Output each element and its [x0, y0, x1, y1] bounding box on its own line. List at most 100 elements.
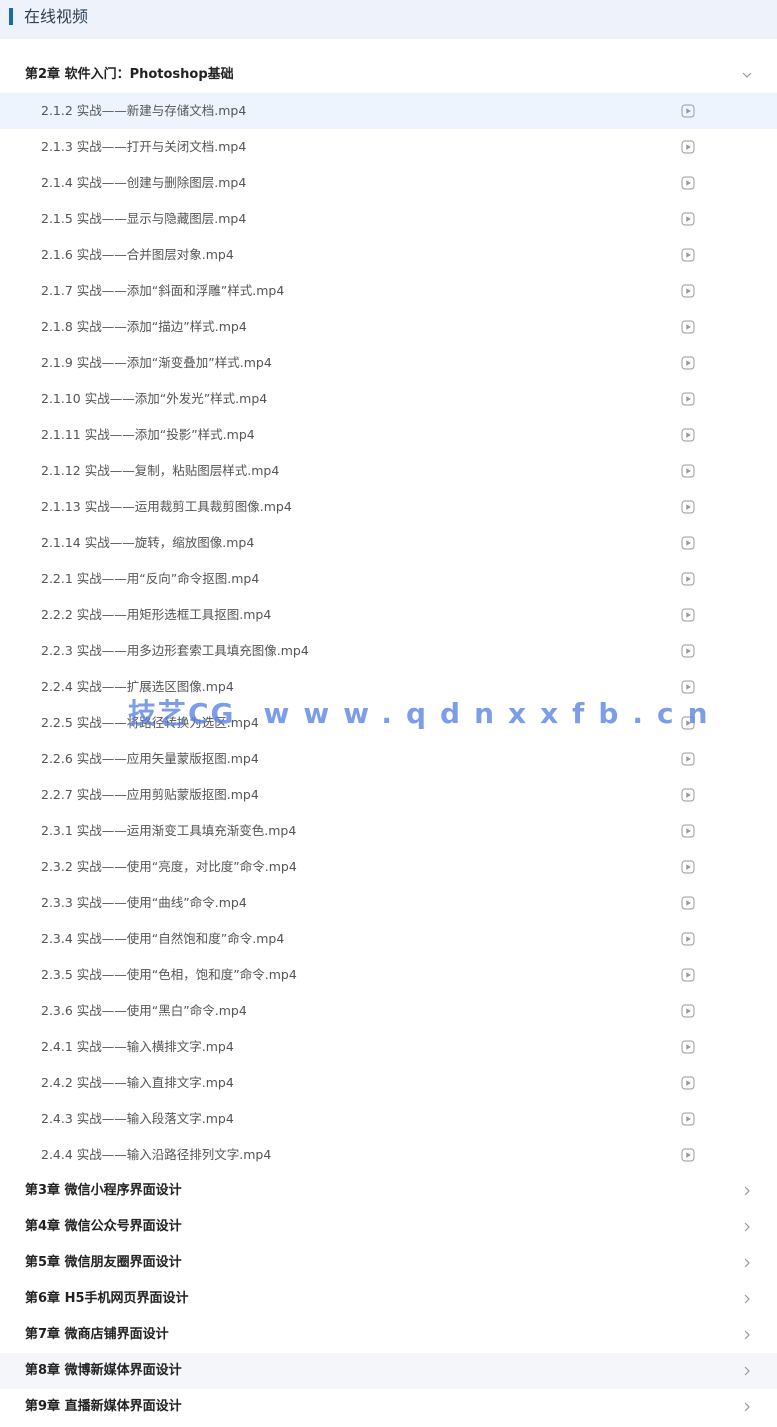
lesson-item[interactable]: 2.3.1 实战——运用渐变工具填充渐变色.mp4 — [0, 813, 777, 849]
chapter-item[interactable]: 第4章 微信公众号界面设计 — [0, 1209, 777, 1245]
lesson-item[interactable]: 2.1.11 实战——添加“投影”样式.mp4 — [0, 417, 777, 453]
lesson-title: 2.4.1 实战——输入横排文字.mp4 — [41, 1039, 234, 1054]
play-circle-icon[interactable] — [681, 392, 695, 406]
chapter-item[interactable]: 第7章 微商店铺界面设计 — [0, 1317, 777, 1353]
lesson-item[interactable]: 2.2.6 实战——应用矢量蒙版抠图.mp4 — [0, 741, 777, 777]
lesson-item[interactable]: 2.4.4 实战——输入沿路径排列文字.mp4 — [0, 1137, 777, 1173]
lesson-title: 2.2.2 实战——用矩形选框工具抠图.mp4 — [41, 607, 272, 622]
lesson-item[interactable]: 2.2.4 实战——扩展选区图像.mp4 — [0, 669, 777, 705]
lesson-title: 2.1.12 实战——复制，粘贴图层样式.mp4 — [41, 463, 280, 478]
play-circle-icon[interactable] — [681, 896, 695, 910]
play-circle-icon[interactable] — [681, 572, 695, 586]
lesson-item[interactable]: 2.3.4 实战——使用“自然饱和度”命令.mp4 — [0, 921, 777, 957]
lesson-item[interactable]: 2.1.3 实战——打开与关闭文档.mp4 — [0, 129, 777, 165]
lesson-title: 2.2.4 实战——扩展选区图像.mp4 — [41, 679, 234, 694]
lesson-title: 2.1.11 实战——添加“投影”样式.mp4 — [41, 427, 255, 442]
chapter-title: 第6章 H5手机网页界面设计 — [25, 1291, 189, 1306]
play-circle-icon[interactable] — [681, 1040, 695, 1054]
lesson-item[interactable]: 2.1.5 实战——显示与隐藏图层.mp4 — [0, 201, 777, 237]
lesson-title: 2.4.4 实战——输入沿路径排列文字.mp4 — [41, 1147, 272, 1162]
lesson-title: 2.4.2 实战——输入直排文字.mp4 — [41, 1075, 234, 1090]
lesson-item[interactable]: 2.4.3 实战——输入段落文字.mp4 — [0, 1101, 777, 1137]
section-title: 在线视频 — [24, 7, 89, 26]
play-circle-icon[interactable] — [681, 680, 695, 694]
play-circle-icon[interactable] — [681, 140, 695, 154]
lesson-item[interactable]: 2.3.6 实战——使用“黑白”命令.mp4 — [0, 993, 777, 1029]
lesson-item[interactable]: 2.3.3 实战——使用“曲线”命令.mp4 — [0, 885, 777, 921]
lesson-item[interactable]: 2.4.1 实战——输入横排文字.mp4 — [0, 1029, 777, 1065]
chevron-right-icon — [741, 1221, 753, 1233]
lesson-title: 2.1.7 实战——添加“斜面和浮雕”样式.mp4 — [41, 283, 285, 298]
lesson-item[interactable]: 2.1.8 实战——添加“描边”样式.mp4 — [0, 309, 777, 345]
chapter-item[interactable]: 第6章 H5手机网页界面设计 — [0, 1281, 777, 1317]
play-circle-icon[interactable] — [681, 1148, 695, 1162]
play-circle-icon[interactable] — [681, 1076, 695, 1090]
lesson-item[interactable]: 2.2.5 实战——将路径转换为选区.mp4 — [0, 705, 777, 741]
play-circle-icon[interactable] — [681, 536, 695, 550]
lesson-title: 2.1.4 实战——创建与删除图层.mp4 — [41, 175, 247, 190]
lesson-title: 2.2.1 实战——用“反向”命令抠图.mp4 — [41, 571, 260, 586]
lesson-title: 2.2.5 实战——将路径转换为选区.mp4 — [41, 715, 259, 730]
lesson-item[interactable]: 2.3.2 实战——使用“亮度，对比度”命令.mp4 — [0, 849, 777, 885]
lesson-item[interactable]: 2.1.2 实战——新建与存储文档.mp4 — [0, 93, 777, 129]
play-circle-icon[interactable] — [681, 284, 695, 298]
chapter-item[interactable]: 第8章 微博新媒体界面设计 — [0, 1353, 777, 1389]
chapter-2-expanded[interactable]: 第2章 软件入门：Photoshop基础 — [0, 57, 777, 93]
play-circle-icon[interactable] — [681, 320, 695, 334]
lesson-item[interactable]: 2.3.5 实战——使用“色相，饱和度”命令.mp4 — [0, 957, 777, 993]
play-circle-icon[interactable] — [681, 1004, 695, 1018]
play-circle-icon[interactable] — [681, 428, 695, 442]
play-circle-icon[interactable] — [681, 824, 695, 838]
play-circle-icon[interactable] — [681, 932, 695, 946]
play-circle-icon[interactable] — [681, 500, 695, 514]
play-circle-icon[interactable] — [681, 860, 695, 874]
lesson-item[interactable]: 2.1.12 实战——复制，粘贴图层样式.mp4 — [0, 453, 777, 489]
lesson-title: 2.1.2 实战——新建与存储文档.mp4 — [41, 103, 247, 118]
lesson-item[interactable]: 2.1.10 实战——添加“外发光”样式.mp4 — [0, 381, 777, 417]
play-circle-icon[interactable] — [681, 356, 695, 370]
lesson-item[interactable]: 2.1.4 实战——创建与删除图层.mp4 — [0, 165, 777, 201]
play-circle-icon[interactable] — [681, 716, 695, 730]
lesson-item[interactable]: 2.1.14 实战——旋转，缩放图像.mp4 — [0, 525, 777, 561]
chapter-item[interactable]: 第9章 直播新媒体界面设计 — [0, 1389, 777, 1425]
lesson-item[interactable]: 2.1.13 实战——运用裁剪工具裁剪图像.mp4 — [0, 489, 777, 525]
lesson-item[interactable]: 2.1.7 实战——添加“斜面和浮雕”样式.mp4 — [0, 273, 777, 309]
play-circle-icon[interactable] — [681, 212, 695, 226]
play-circle-icon[interactable] — [681, 176, 695, 190]
chapter-title: 第9章 直播新媒体界面设计 — [25, 1399, 182, 1414]
lesson-title: 2.1.14 实战——旋转，缩放图像.mp4 — [41, 535, 255, 550]
lesson-title: 2.1.5 实战——显示与隐藏图层.mp4 — [41, 211, 247, 226]
chapter-item[interactable]: 第3章 微信小程序界面设计 — [0, 1173, 777, 1209]
chapter-title: 第2章 软件入门：Photoshop基础 — [25, 67, 234, 82]
lesson-title: 2.1.3 实战——打开与关闭文档.mp4 — [41, 139, 247, 154]
lesson-title: 2.1.9 实战——添加“渐变叠加”样式.mp4 — [41, 355, 272, 370]
lesson-title: 2.3.3 实战——使用“曲线”命令.mp4 — [41, 895, 247, 910]
lesson-title: 2.4.3 实战——输入段落文字.mp4 — [41, 1111, 234, 1126]
play-circle-icon[interactable] — [681, 464, 695, 478]
play-circle-icon[interactable] — [681, 644, 695, 658]
chevron-right-icon — [741, 1329, 753, 1341]
lesson-item[interactable]: 2.2.3 实战——用多边形套索工具填充图像.mp4 — [0, 633, 777, 669]
lesson-item[interactable]: 2.1.6 实战——合并图层对象.mp4 — [0, 237, 777, 273]
lesson-item[interactable]: 2.4.2 实战——输入直排文字.mp4 — [0, 1065, 777, 1101]
lesson-title: 2.2.6 实战——应用矢量蒙版抠图.mp4 — [41, 751, 259, 766]
lesson-item[interactable]: 2.2.1 实战——用“反向”命令抠图.mp4 — [0, 561, 777, 597]
play-circle-icon[interactable] — [681, 608, 695, 622]
play-circle-icon[interactable] — [681, 968, 695, 982]
lesson-title: 2.1.13 实战——运用裁剪工具裁剪图像.mp4 — [41, 499, 292, 514]
chevron-right-icon — [741, 1257, 753, 1269]
play-circle-icon[interactable] — [681, 788, 695, 802]
play-circle-icon[interactable] — [681, 752, 695, 766]
chevron-down-icon — [741, 69, 753, 81]
play-circle-icon[interactable] — [681, 248, 695, 262]
lesson-item[interactable]: 2.2.2 实战——用矩形选框工具抠图.mp4 — [0, 597, 777, 633]
lesson-item[interactable]: 2.1.9 实战——添加“渐变叠加”样式.mp4 — [0, 345, 777, 381]
lesson-item[interactable]: 2.2.7 实战——应用剪贴蒙版抠图.mp4 — [0, 777, 777, 813]
lesson-title: 2.3.4 实战——使用“自然饱和度”命令.mp4 — [41, 931, 285, 946]
chapter-item[interactable]: 第5章 微信朋友圈界面设计 — [0, 1245, 777, 1281]
play-circle-icon[interactable] — [681, 1112, 695, 1126]
chevron-right-icon — [741, 1185, 753, 1197]
play-circle-icon[interactable] — [681, 104, 695, 118]
lesson-title: 2.3.5 实战——使用“色相，饱和度”命令.mp4 — [41, 967, 297, 982]
section-header: 在线视频 — [0, 0, 777, 39]
